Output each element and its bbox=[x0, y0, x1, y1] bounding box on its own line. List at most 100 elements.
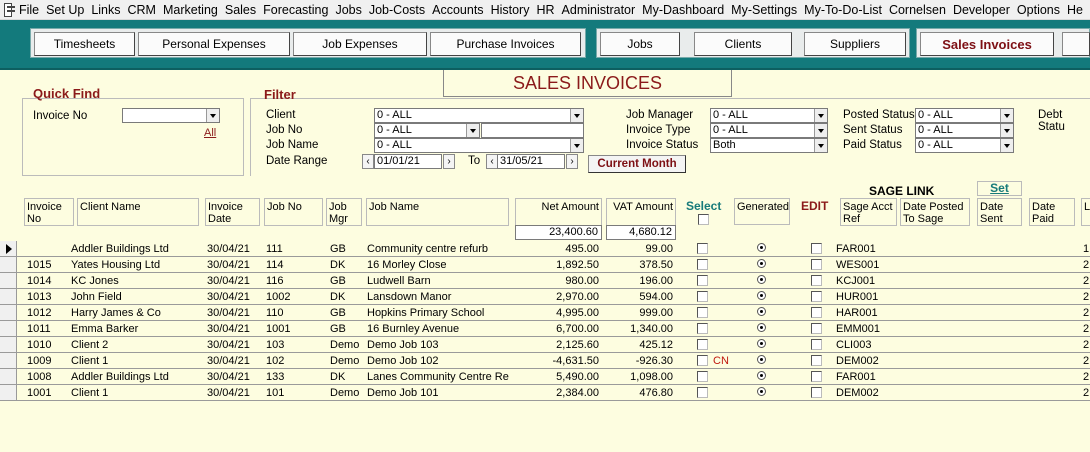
chevron-down-icon[interactable] bbox=[466, 124, 479, 137]
row-selector[interactable] bbox=[0, 337, 17, 352]
date-to-next-button[interactable]: › bbox=[566, 154, 578, 169]
edit-checkbox[interactable] bbox=[811, 323, 822, 334]
select-checkbox[interactable] bbox=[697, 275, 708, 286]
row-selector[interactable] bbox=[0, 385, 17, 400]
edit-checkbox[interactable] bbox=[811, 355, 822, 366]
edit-checkbox[interactable] bbox=[811, 339, 822, 350]
job-name-combo[interactable]: 0 - ALL bbox=[374, 138, 584, 153]
select-checkbox[interactable] bbox=[697, 291, 708, 302]
edit-checkbox[interactable] bbox=[811, 371, 822, 382]
row-selector[interactable] bbox=[0, 241, 17, 256]
nav-timesheets-button[interactable]: Timesheets bbox=[34, 32, 135, 56]
select-checkbox[interactable] bbox=[697, 307, 708, 318]
sent-status-combo[interactable]: 0 - ALL bbox=[915, 123, 1014, 138]
edit-checkbox[interactable] bbox=[811, 291, 822, 302]
invoice-type-combo[interactable]: 0 - ALL bbox=[710, 123, 828, 138]
generated-radio[interactable] bbox=[757, 387, 766, 396]
job-no-extra-field[interactable] bbox=[481, 123, 584, 138]
select-checkbox[interactable] bbox=[697, 323, 708, 334]
col-job-mgr[interactable]: Job Mgr bbox=[326, 198, 362, 226]
chevron-down-icon[interactable] bbox=[814, 109, 827, 122]
menu-hr[interactable]: HR bbox=[536, 3, 554, 17]
select-checkbox[interactable] bbox=[697, 259, 708, 270]
nav-job-expenses-button[interactable]: Job Expenses bbox=[293, 32, 427, 56]
chevron-down-icon[interactable] bbox=[570, 109, 583, 122]
date-to-field[interactable]: 31/05/21 bbox=[497, 154, 565, 169]
current-month-button[interactable]: Current Month bbox=[588, 155, 686, 173]
chevron-down-icon[interactable] bbox=[1000, 124, 1013, 137]
col-vat-amount[interactable]: VAT Amount bbox=[606, 198, 676, 226]
select-checkbox[interactable] bbox=[697, 355, 708, 366]
menu-my-dashboard[interactable]: My-Dashboard bbox=[642, 3, 724, 17]
posted-status-combo[interactable]: 0 - ALL bbox=[915, 108, 1014, 123]
table-row[interactable]: 1009 Client 1 30/04/21 102 Demo Demo Job 102 -… bbox=[0, 353, 1090, 369]
date-from-field[interactable]: 01/01/21 bbox=[374, 154, 442, 169]
col-invoice-no[interactable]: Invoice No bbox=[24, 198, 74, 226]
menu-options[interactable]: Options bbox=[1017, 3, 1060, 17]
chevron-down-icon[interactable] bbox=[1000, 139, 1013, 152]
col-job-name[interactable]: Job Name bbox=[366, 198, 509, 226]
table-row[interactable]: 1015 Yates Housing Ltd 30/04/21 114 DK 16 Mor… bbox=[0, 257, 1090, 273]
nav-suppliers-button[interactable]: Suppliers bbox=[804, 32, 906, 56]
row-selector[interactable] bbox=[0, 369, 17, 384]
select-checkbox[interactable] bbox=[697, 243, 708, 254]
menu-administrator[interactable]: Administrator bbox=[562, 3, 636, 17]
generated-radio[interactable] bbox=[757, 243, 766, 252]
menu-links[interactable]: Links bbox=[91, 3, 120, 17]
nav-clients-button[interactable]: Clients bbox=[694, 32, 792, 56]
table-row[interactable]: 1008 Addler Buildings Ltd 30/04/21 133 DK Lan… bbox=[0, 369, 1090, 385]
edit-checkbox[interactable] bbox=[811, 275, 822, 286]
col-invoice-date[interactable]: Invoice Date bbox=[205, 198, 260, 226]
chevron-down-icon[interactable] bbox=[814, 124, 827, 137]
table-row[interactable]: 1011 Emma Barker 30/04/21 1001 GB 16 Burnley … bbox=[0, 321, 1090, 337]
generated-radio[interactable] bbox=[757, 323, 766, 332]
chevron-down-icon[interactable] bbox=[570, 139, 583, 152]
menu-sales[interactable]: Sales bbox=[225, 3, 256, 17]
generated-radio[interactable] bbox=[757, 307, 766, 316]
row-selector[interactable] bbox=[0, 321, 17, 336]
chevron-down-icon[interactable] bbox=[1000, 109, 1013, 122]
edit-checkbox[interactable] bbox=[811, 243, 822, 254]
table-row[interactable]: 1013 John Field 30/04/21 1002 DK Lansdown Man… bbox=[0, 289, 1090, 305]
job-no-combo[interactable]: 0 - ALL bbox=[374, 123, 480, 138]
generated-radio[interactable] bbox=[757, 275, 766, 284]
col-date-sent[interactable]: Date Sent bbox=[977, 198, 1022, 226]
generated-radio[interactable] bbox=[757, 291, 766, 300]
nav-sales-invoices-button[interactable]: Sales Invoices bbox=[920, 32, 1054, 56]
set-link[interactable]: Set bbox=[977, 181, 1022, 196]
table-row[interactable]: Addler Buildings Ltd 30/04/21 111 GB Communi… bbox=[0, 241, 1090, 257]
row-selector[interactable] bbox=[0, 305, 17, 320]
generated-radio[interactable] bbox=[757, 355, 766, 364]
invoice-no-combo[interactable] bbox=[122, 108, 220, 123]
all-link[interactable]: All bbox=[204, 127, 216, 139]
row-selector[interactable] bbox=[0, 273, 17, 288]
edit-checkbox[interactable] bbox=[811, 387, 822, 398]
table-row[interactable]: 1010 Client 2 30/04/21 103 Demo Demo Job 103 2… bbox=[0, 337, 1090, 353]
menu-file[interactable]: File bbox=[19, 3, 39, 17]
generated-radio[interactable] bbox=[757, 371, 766, 380]
chevron-down-icon[interactable] bbox=[206, 109, 219, 122]
row-selector[interactable] bbox=[0, 257, 17, 272]
nav-jobs-button[interactable]: Jobs bbox=[600, 32, 680, 56]
table-row[interactable]: 1012 Harry James & Co 30/04/21 110 GB Hopkins… bbox=[0, 305, 1090, 321]
col-l[interactable]: L bbox=[1081, 198, 1090, 226]
nav-purchase-invoices-button[interactable]: Purchase Invoices bbox=[430, 32, 581, 56]
paid-status-combo[interactable]: 0 - ALL bbox=[915, 138, 1014, 153]
select-checkbox[interactable] bbox=[697, 387, 708, 398]
select-all-checkbox[interactable] bbox=[698, 214, 709, 225]
col-date-paid[interactable]: Date Paid bbox=[1029, 198, 1075, 226]
menu-help[interactable]: He bbox=[1067, 3, 1083, 17]
menu-crm[interactable]: CRM bbox=[128, 3, 156, 17]
menu-jobs[interactable]: Jobs bbox=[335, 3, 361, 17]
col-sage-acct-ref[interactable]: Sage Acct Ref bbox=[840, 198, 897, 226]
col-job-no[interactable]: Job No bbox=[264, 198, 323, 226]
invoice-status-combo[interactable]: Both bbox=[710, 138, 828, 153]
col-net-amount[interactable]: Net Amount bbox=[515, 198, 602, 226]
row-selector[interactable] bbox=[0, 353, 17, 368]
app-menu-icon[interactable] bbox=[4, 2, 15, 17]
menu-forecasting[interactable]: Forecasting bbox=[263, 3, 328, 17]
select-checkbox[interactable] bbox=[697, 339, 708, 350]
nav-personal-expenses-button[interactable]: Personal Expenses bbox=[138, 32, 290, 56]
select-checkbox[interactable] bbox=[697, 371, 708, 382]
chevron-down-icon[interactable] bbox=[814, 139, 827, 152]
